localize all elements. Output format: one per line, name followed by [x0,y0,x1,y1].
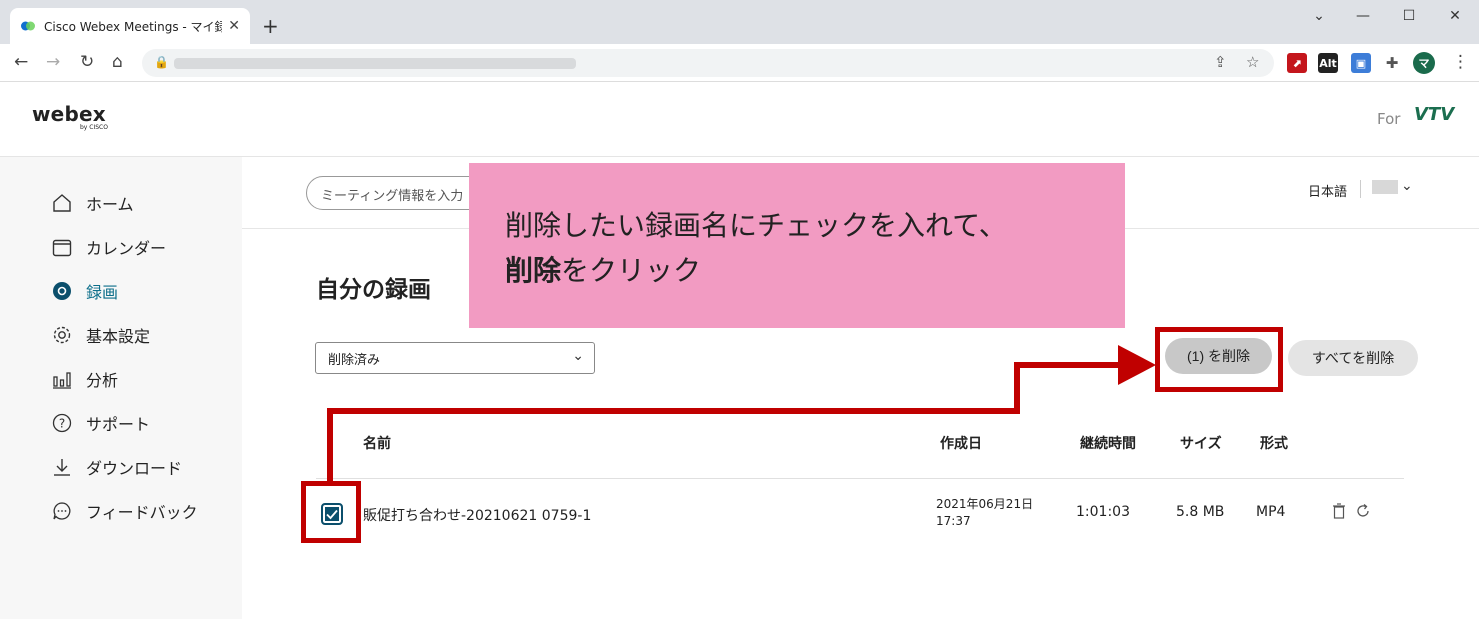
highlight-checkbox [301,481,361,543]
for-label: For [1377,110,1401,128]
header-divider [1360,180,1361,198]
sidebar-item-label: 基本設定 [86,327,151,346]
home-icon [52,193,72,213]
extension-badge-icon[interactable]: ▣ [1351,53,1371,73]
tab-title: Cisco Webex Meetings - マイ録画 [44,19,223,34]
back-icon[interactable]: ← [14,52,28,72]
extensions-puzzle-icon[interactable]: ✚ [1382,53,1402,73]
created-date: 2021年06月21日 [936,497,1034,511]
brand-logo: VTV [1414,104,1455,125]
column-header-format[interactable]: 形式 [1260,433,1288,453]
column-header-size[interactable]: サイズ [1180,433,1222,453]
webex-favicon-icon [21,21,35,31]
share-icon[interactable]: ⇪ [1214,53,1227,71]
maximize-icon[interactable]: ☐ [1386,6,1432,26]
sidebar-item-recordings[interactable]: 録画 [52,279,118,303]
annotation-connector-horizontal-low [327,408,1020,414]
profile-avatar[interactable]: マ [1413,52,1435,74]
sidebar-item-analytics[interactable]: 分析 [52,367,118,391]
annotation-arrowhead [1118,345,1156,385]
calendar-icon [52,237,72,257]
app-header: webex by CISCO For VTV [0,82,1479,157]
sidebar-item-label: 分析 [86,371,119,390]
minimize-icon[interactable]: — [1340,6,1386,26]
sidebar-item-label: サポート [86,415,151,434]
alt-extension-icon[interactable]: Alt [1318,53,1338,73]
logo-by: by CISCO [80,124,108,131]
home-browser-icon[interactable]: ⌂ [112,52,123,72]
sidebar-item-calendar[interactable]: カレンダー [52,235,166,259]
page-title: 自分の録画 [316,277,431,303]
reload-icon[interactable]: ↻ [80,52,94,72]
sidebar-item-download[interactable]: ダウンロード [52,455,182,479]
sidebar-item-label: カレンダー [86,239,167,258]
file-format: MP4 [1256,504,1286,520]
help-icon: ? [52,413,72,433]
sidebar: ホーム カレンダー 録画 基本設定 分析 ? サポート ダウンロード フィードバ… [0,157,242,619]
bookmark-star-icon[interactable]: ☆ [1246,53,1259,71]
url-redacted [174,58,576,69]
sidebar-item-label: ダウンロード [86,459,183,478]
lock-icon: 🔒 [154,55,169,69]
webex-logo[interactable]: webex by CISCO [32,102,108,131]
gear-icon [52,325,72,345]
feedback-icon [52,501,72,521]
annotation-connector-vertical-right [1014,362,1020,414]
user-avatar-redacted[interactable] [1372,180,1398,194]
logo-word: webex [32,102,106,126]
callout-line-2-rest: をクリック [561,254,702,287]
callout-line-1: 削除したい録画名にチェックを入れて、 [505,209,1007,242]
window-close-icon[interactable]: ✕ [1432,6,1478,26]
record-icon [52,281,72,301]
download-icon [52,457,72,477]
chart-icon [52,369,72,389]
sidebar-item-preferences[interactable]: 基本設定 [52,323,150,347]
delete-all-button[interactable]: すべてを削除 [1288,340,1418,376]
tab-search-icon[interactable]: ⌄ [1296,6,1342,26]
browser-titlebar: Cisco Webex Meetings - マイ録画 ✕ + ⌄ — ☐ ✕ [0,0,1479,44]
highlight-delete-button [1155,327,1283,392]
created-time: 17:37 [936,514,971,528]
callout-line-2: 削除をクリック [505,248,1089,293]
table-header-divider [316,478,1404,479]
column-header-name[interactable]: 名前 [363,433,391,453]
sidebar-item-feedback[interactable]: フィードバック [52,499,198,523]
sidebar-item-label: ホーム [86,195,134,214]
chevron-down-icon: ⌄ [572,348,584,364]
annotation-connector-vertical-left [327,408,333,482]
file-size: 5.8 MB [1176,504,1225,520]
duration: 1:01:03 [1076,504,1130,520]
svg-text:?: ? [59,417,65,431]
language-selector[interactable]: 日本語 [1308,181,1347,200]
chevron-down-icon[interactable]: ⌄ [1401,178,1413,194]
pdf-extension-icon[interactable]: ⬈ [1287,53,1307,73]
instruction-callout: 削除したい録画名にチェックを入れて、 削除をクリック [469,163,1125,328]
address-bar[interactable]: 🔒 ⇪ ☆ [142,49,1274,77]
sidebar-item-label: 録画 [86,283,119,302]
forward-icon[interactable]: → [46,52,60,72]
recording-name-link[interactable]: 販促打ち合わせ-20210621 0759-1 [363,505,591,525]
filter-value: 削除済み [328,353,381,368]
column-header-duration[interactable]: 継続時間 [1080,433,1136,453]
annotation-connector-horizontal-high [1014,362,1122,368]
restore-icon[interactable] [1355,503,1371,519]
browser-menu-icon[interactable]: ⋮ [1452,52,1469,72]
browser-toolbar: ← → ↻ ⌂ 🔒 ⇪ ☆ ⬈ Alt ▣ ✚ マ ⋮ [0,44,1479,82]
tab-close-icon[interactable]: ✕ [228,18,240,34]
callout-bold-word: 削除 [505,254,562,287]
recording-filter-select[interactable]: 削除済み ⌄ [315,342,595,374]
new-tab-button[interactable]: + [262,14,279,38]
trash-icon[interactable] [1332,503,1346,519]
browser-tab[interactable]: Cisco Webex Meetings - マイ録画 ✕ [10,8,250,44]
column-header-created[interactable]: 作成日 [940,433,982,453]
sidebar-item-label: フィードバック [86,503,198,522]
sidebar-item-support[interactable]: ? サポート [52,411,150,435]
sidebar-item-home[interactable]: ホーム [52,191,134,215]
